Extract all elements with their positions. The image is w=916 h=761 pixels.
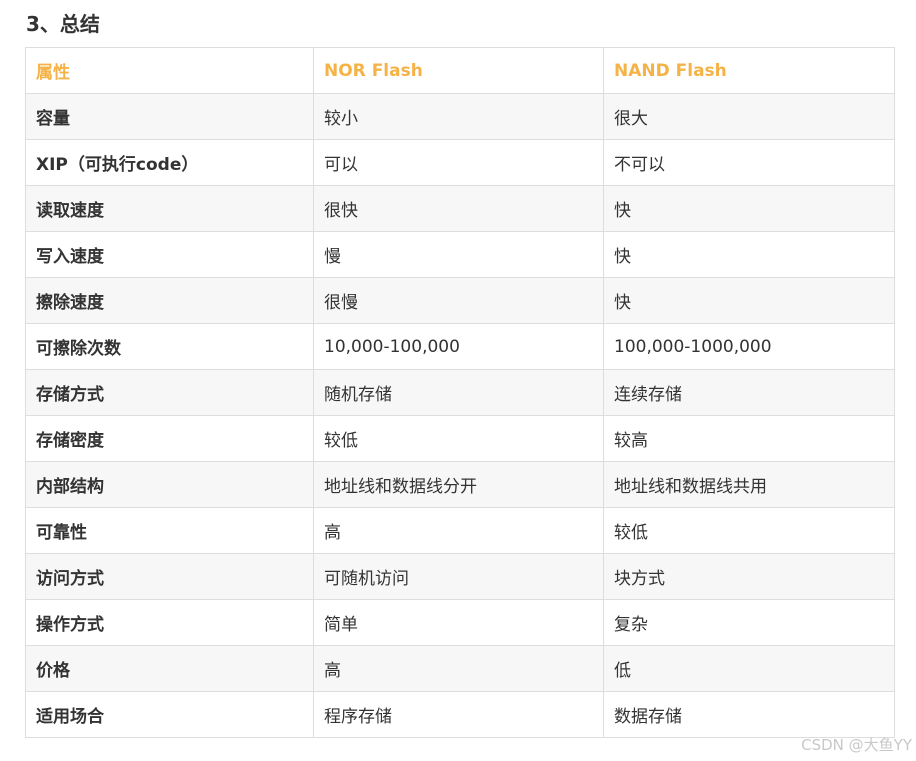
attribute-cell: 存储密度 [25, 415, 314, 462]
nor-cell: 较低 [313, 415, 604, 462]
nor-cell: 很快 [313, 185, 604, 232]
watermark: CSDN @大鱼YY [801, 736, 912, 754]
nor-cell: 地址线和数据线分开 [313, 461, 604, 508]
table-header-row: 属性 NOR Flash NAND Flash [25, 47, 895, 94]
nand-cell: 100,000-1000,000 [603, 323, 895, 370]
table-row: 可擦除次数 10,000-100,000 100,000-1000,000 [25, 323, 895, 370]
nor-cell: 随机存储 [313, 369, 604, 416]
attribute-cell: 操作方式 [25, 599, 314, 646]
header-cell-nor: NOR Flash [313, 47, 604, 94]
table-row: 内部结构 地址线和数据线分开 地址线和数据线共用 [25, 461, 895, 508]
attribute-cell: 适用场合 [25, 691, 314, 738]
nor-cell: 较小 [313, 93, 604, 140]
nand-cell: 不可以 [603, 139, 895, 186]
nand-cell: 快 [603, 185, 895, 232]
nand-cell: 快 [603, 231, 895, 278]
nor-cell: 10,000-100,000 [313, 323, 604, 370]
nor-cell: 高 [313, 645, 604, 692]
attribute-cell: 存储方式 [25, 369, 314, 416]
table-row: 存储方式 随机存储 连续存储 [25, 369, 895, 416]
table-row: 价格 高 低 [25, 645, 895, 692]
comparison-table: 属性 NOR Flash NAND Flash 容量 较小 很大 XIP（可执行… [25, 47, 895, 738]
nor-cell: 慢 [313, 231, 604, 278]
nand-cell: 较低 [603, 507, 895, 554]
nand-cell: 复杂 [603, 599, 895, 646]
nand-cell: 快 [603, 277, 895, 324]
nand-cell: 很大 [603, 93, 895, 140]
attribute-cell: 写入速度 [25, 231, 314, 278]
header-cell-nand: NAND Flash [603, 47, 895, 94]
table-row: 写入速度 慢 快 [25, 231, 895, 278]
table-row: 擦除速度 很慢 快 [25, 277, 895, 324]
nand-cell: 低 [603, 645, 895, 692]
table-row: 适用场合 程序存储 数据存储 [25, 691, 895, 738]
table-row: 存储密度 较低 较高 [25, 415, 895, 462]
section-title: 3、总结 [26, 12, 100, 36]
nand-cell: 地址线和数据线共用 [603, 461, 895, 508]
table-row: 可靠性 高 较低 [25, 507, 895, 554]
attribute-cell: 内部结构 [25, 461, 314, 508]
nor-cell: 很慢 [313, 277, 604, 324]
attribute-cell: 可靠性 [25, 507, 314, 554]
nand-cell: 数据存储 [603, 691, 895, 738]
nor-cell: 高 [313, 507, 604, 554]
nand-cell: 较高 [603, 415, 895, 462]
nor-cell: 可以 [313, 139, 604, 186]
table-row: 访问方式 可随机访问 块方式 [25, 553, 895, 600]
attribute-cell: 容量 [25, 93, 314, 140]
nor-cell: 可随机访问 [313, 553, 604, 600]
table-row: XIP（可执行code） 可以 不可以 [25, 139, 895, 186]
table-row: 容量 较小 很大 [25, 93, 895, 140]
nor-cell: 程序存储 [313, 691, 604, 738]
attribute-cell: 价格 [25, 645, 314, 692]
attribute-cell: 擦除速度 [25, 277, 314, 324]
article-page: 3、总结 属性 NOR Flash NAND Flash 容量 较小 很大 XI… [0, 0, 916, 761]
nand-cell: 连续存储 [603, 369, 895, 416]
attribute-cell: 可擦除次数 [25, 323, 314, 370]
header-cell-attribute: 属性 [25, 47, 314, 94]
attribute-cell: 读取速度 [25, 185, 314, 232]
table-row: 读取速度 很快 快 [25, 185, 895, 232]
nor-cell: 简单 [313, 599, 604, 646]
attribute-cell: XIP（可执行code） [25, 139, 314, 186]
attribute-cell: 访问方式 [25, 553, 314, 600]
table-row: 操作方式 简单 复杂 [25, 599, 895, 646]
nand-cell: 块方式 [603, 553, 895, 600]
